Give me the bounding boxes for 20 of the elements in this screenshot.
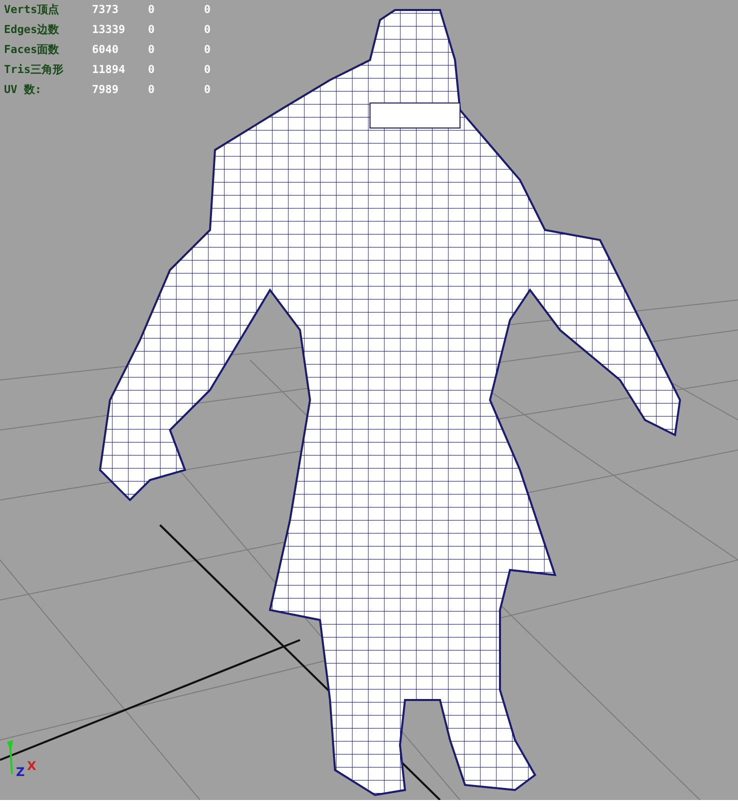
- stat-value: 0: [148, 2, 156, 18]
- stat-value: 0: [204, 2, 212, 18]
- stat-value: 0: [204, 42, 212, 58]
- stat-label: UV 数:: [4, 82, 42, 98]
- stat-value: 7373: [92, 2, 120, 18]
- stat-label: Faces面数: [4, 42, 60, 58]
- stat-value: 0: [148, 82, 156, 98]
- stat-value: 13339: [92, 22, 126, 38]
- stat-value: 0: [204, 82, 212, 98]
- stat-value: 0: [148, 62, 156, 78]
- stat-value: 6040: [92, 42, 120, 58]
- stat-label: Verts顶点: [4, 2, 60, 18]
- stat-label: Edges边数: [4, 22, 60, 38]
- stat-value: 0: [204, 62, 212, 78]
- stat-value: 0: [204, 22, 212, 38]
- stat-value: 7989: [92, 82, 120, 98]
- stat-value: 0: [148, 42, 156, 58]
- stat-value: 11894: [92, 62, 126, 78]
- stat-value: 0: [148, 22, 156, 38]
- stat-label: Tris三角形: [4, 62, 64, 78]
